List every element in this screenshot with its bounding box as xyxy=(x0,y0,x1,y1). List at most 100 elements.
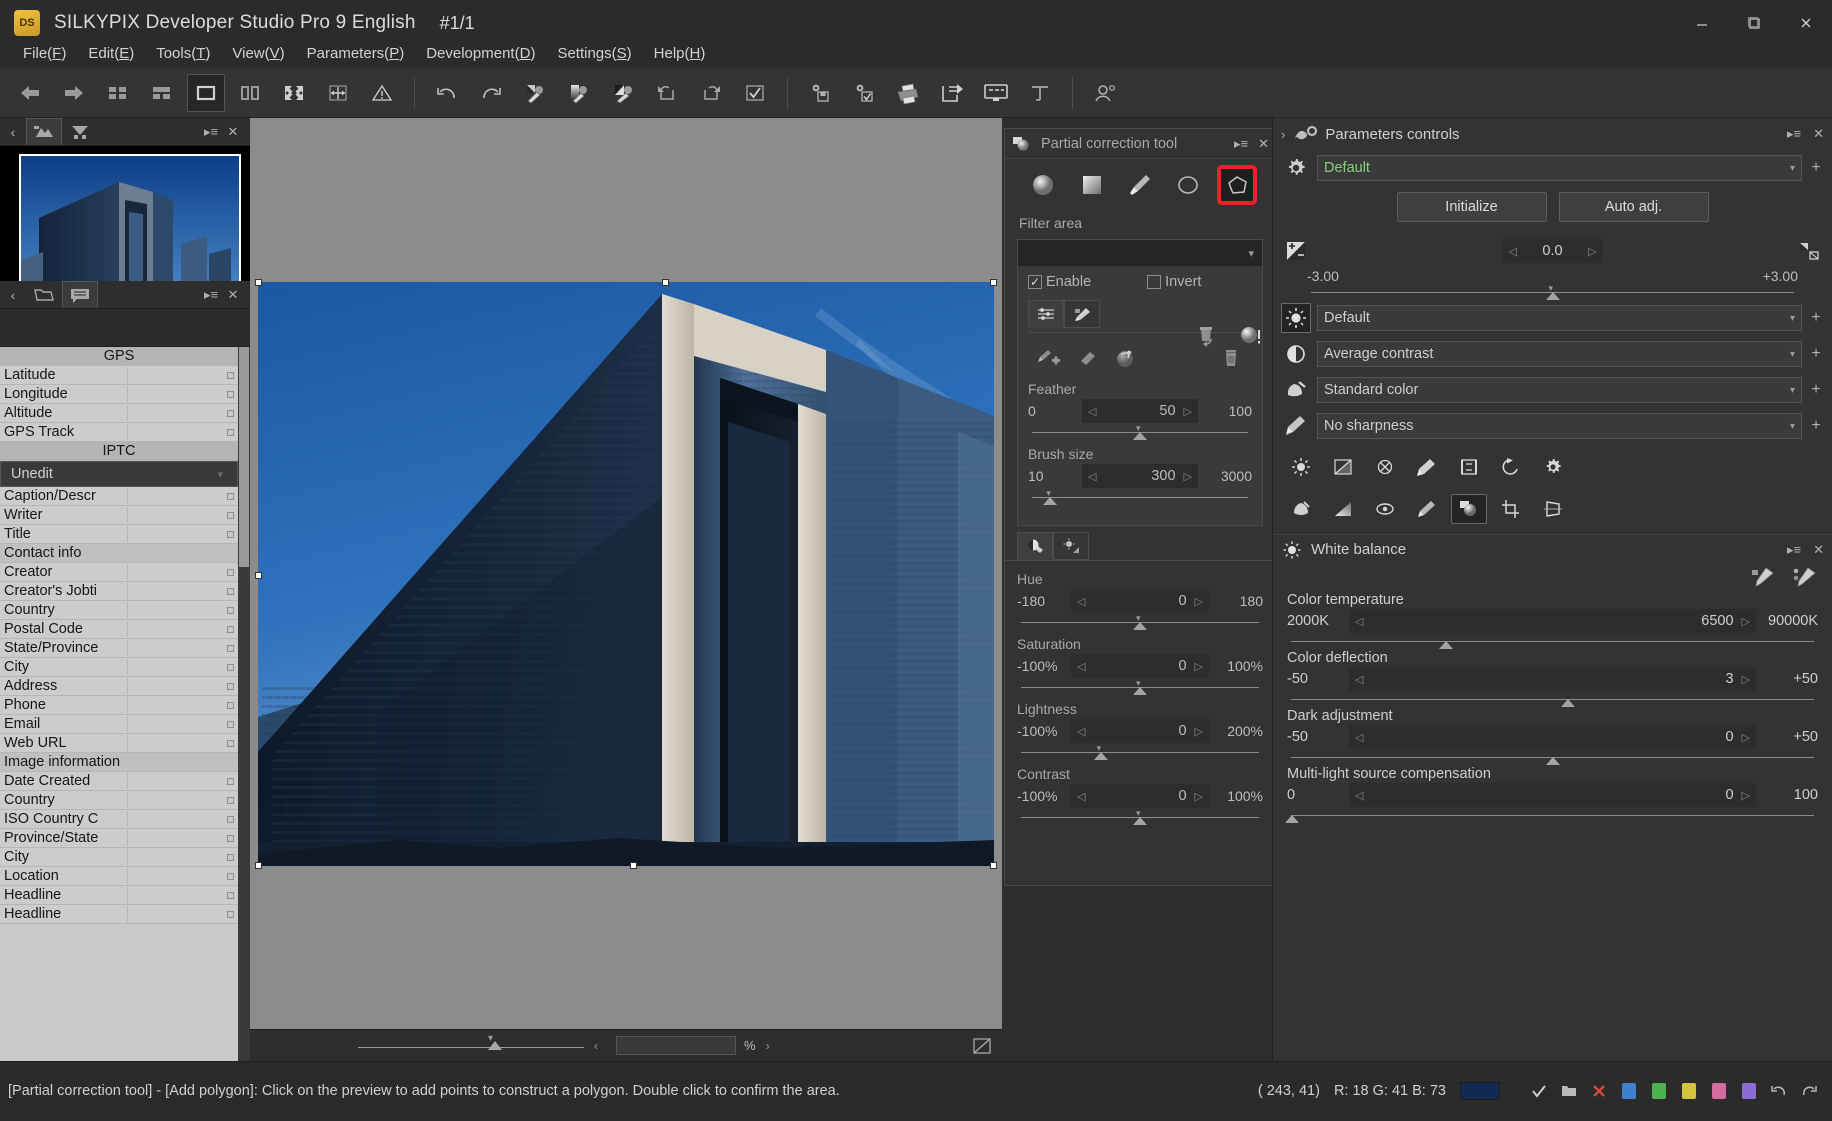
taste-add-button[interactable]: + xyxy=(1808,159,1824,177)
saturation-decrease-icon[interactable]: ◁ xyxy=(1077,660,1085,673)
check-icon[interactable] xyxy=(1530,1082,1548,1100)
slider-knob[interactable] xyxy=(1545,757,1560,765)
folder-small-icon[interactable] xyxy=(1560,1082,1578,1100)
metadata-value[interactable] xyxy=(128,511,238,519)
thumbnail-tab[interactable] xyxy=(26,118,62,145)
metadata-value[interactable] xyxy=(128,891,238,899)
linear-gradient-tool[interactable] xyxy=(1075,168,1109,202)
metadata-row[interactable]: State/Province xyxy=(0,639,238,658)
panel-menu-icon-2[interactable]: ▸≡ xyxy=(200,287,222,303)
metadata-edit-box[interactable] xyxy=(227,739,234,747)
feather-decrease-icon[interactable]: ◁ xyxy=(1088,405,1096,418)
metadata-scroll-thumb[interactable] xyxy=(239,347,249,567)
undo-icon[interactable] xyxy=(428,74,466,112)
black-point-picker-icon[interactable] xyxy=(604,74,642,112)
metadata-row[interactable]: City xyxy=(0,658,238,677)
parameter-add-button-2[interactable]: + xyxy=(1808,381,1824,399)
metadata-edit-box[interactable] xyxy=(227,720,234,728)
multi-light-source-compensation-decrease-icon[interactable]: ◁ xyxy=(1355,789,1363,802)
brush-size-slider-track[interactable]: ▾ xyxy=(1028,488,1252,505)
menu-item-view[interactable]: View(V) xyxy=(221,43,295,64)
eraser-icon[interactable] xyxy=(1068,347,1106,369)
slider-knob[interactable] xyxy=(1133,622,1147,630)
metadata-value[interactable] xyxy=(128,492,238,500)
auto-adjust-button[interactable]: Auto adj. xyxy=(1558,192,1709,222)
thumbnail-grid-icon[interactable] xyxy=(99,74,137,112)
crop-handle-mid-left[interactable] xyxy=(255,571,262,579)
metadata-row[interactable]: Country xyxy=(0,601,238,620)
thumbnail-list-icon[interactable] xyxy=(143,74,181,112)
paint-mode-tab[interactable] xyxy=(1064,300,1100,328)
rating-pink-icon[interactable] xyxy=(1710,1082,1728,1100)
metadata-edit-box[interactable] xyxy=(227,701,234,709)
metadata-row[interactable]: Country xyxy=(0,791,238,810)
chevron-down-icon[interactable]: ▾ xyxy=(217,468,231,481)
metadata-row[interactable]: Caption/Descr xyxy=(0,487,238,506)
metadata-value[interactable] xyxy=(128,606,238,614)
color-icon[interactable] xyxy=(1281,375,1311,405)
initialize-button[interactable]: Initialize xyxy=(1396,192,1547,222)
rp-close-icon[interactable]: ✕ xyxy=(1813,126,1824,142)
parameter-combo-0[interactable]: Default ▾ xyxy=(1317,305,1802,331)
metadata-edit-box[interactable] xyxy=(227,511,234,519)
metadata-value[interactable] xyxy=(128,625,238,633)
collapse-left-icon[interactable]: ‹ xyxy=(0,124,26,140)
dark-adjustment-value-box[interactable]: ◁ 0 ▷ xyxy=(1349,725,1756,749)
settings-gear-icon[interactable] xyxy=(1535,452,1571,482)
wb-menu-icon[interactable]: ▸≡ xyxy=(1787,542,1801,558)
gear-icon[interactable] xyxy=(1281,153,1311,183)
dodge-burn-icon[interactable] xyxy=(1409,452,1445,482)
metadata-row[interactable]: Province/State xyxy=(0,829,238,848)
grey-picker-icon[interactable] xyxy=(1750,566,1776,588)
metadata-edit-box[interactable] xyxy=(227,796,234,804)
metadata-tab[interactable] xyxy=(62,281,98,308)
wb-close-icon[interactable]: ✕ xyxy=(1813,542,1824,558)
metadata-edit-box[interactable] xyxy=(227,910,234,918)
metadata-edit-box[interactable] xyxy=(227,409,234,417)
feather-value-box[interactable]: ◁ 50 ▷ xyxy=(1082,399,1198,423)
contrast-value-box[interactable]: ◁ 0 ▷ xyxy=(1071,784,1209,808)
polygon-tool[interactable] xyxy=(1216,165,1257,205)
fullscreen-icon[interactable] xyxy=(275,74,313,112)
metadata-row[interactable]: Location xyxy=(0,867,238,886)
crop-handle-mid-bottom[interactable] xyxy=(630,861,637,869)
lightness-decrease-icon[interactable]: ◁ xyxy=(1077,725,1085,738)
lens-aberration-icon[interactable] xyxy=(1367,452,1403,482)
contrast-decrease-icon[interactable]: ◁ xyxy=(1077,790,1085,803)
warning-icon[interactable] xyxy=(363,74,401,112)
metadata-value[interactable] xyxy=(128,409,238,417)
preview-canvas[interactable] xyxy=(250,118,1002,1029)
collapse-left-icon-2[interactable]: ‹ xyxy=(0,287,26,303)
metadata-row[interactable]: Email xyxy=(0,715,238,734)
zoom-value-input[interactable] xyxy=(616,1036,736,1055)
rotation-icon[interactable] xyxy=(1493,452,1529,482)
panel-close-icon[interactable]: ✕ xyxy=(222,124,244,140)
noise-reduction-icon[interactable] xyxy=(1283,452,1319,482)
fit-icon[interactable] xyxy=(972,1037,992,1055)
metadata-row[interactable]: Creator's Jobti xyxy=(0,582,238,601)
show-mask-icon[interactable] xyxy=(1239,325,1263,347)
panel-close-icon-2[interactable]: ✕ xyxy=(222,287,244,303)
metadata-value[interactable] xyxy=(128,371,238,379)
metadata-value[interactable] xyxy=(128,739,238,747)
multi-light-source-compensation-increase-icon[interactable]: ▷ xyxy=(1742,789,1750,802)
delete-icon[interactable] xyxy=(1212,347,1250,369)
metadata-row[interactable]: GPS Track xyxy=(0,423,238,442)
tone-curve-icon[interactable] xyxy=(1325,452,1361,482)
crop-handle-top-right[interactable] xyxy=(990,278,997,286)
rating-purple-icon[interactable] xyxy=(1740,1082,1758,1100)
menu-item-parameters[interactable]: Parameters(P) xyxy=(296,43,416,64)
metadata-row[interactable]: Phone xyxy=(0,696,238,715)
contrast-increase-icon[interactable]: ▷ xyxy=(1195,790,1203,803)
metadata-edit-box[interactable] xyxy=(227,834,234,842)
slider-knob[interactable] xyxy=(1561,699,1576,707)
perspective-correction-icon[interactable] xyxy=(1535,494,1571,524)
export-icon[interactable] xyxy=(933,74,971,112)
color-deflection-increase-icon[interactable]: ▷ xyxy=(1742,673,1750,686)
circular-gradient-tool[interactable] xyxy=(1026,168,1060,202)
feather-increase-icon[interactable]: ▷ xyxy=(1184,405,1192,418)
metadata-edit-box[interactable] xyxy=(227,606,234,614)
metadata-row[interactable]: Creator xyxy=(0,563,238,582)
color-deflection-track[interactable] xyxy=(1287,691,1818,707)
exposure-increase-icon[interactable]: ▷ xyxy=(1588,245,1596,258)
